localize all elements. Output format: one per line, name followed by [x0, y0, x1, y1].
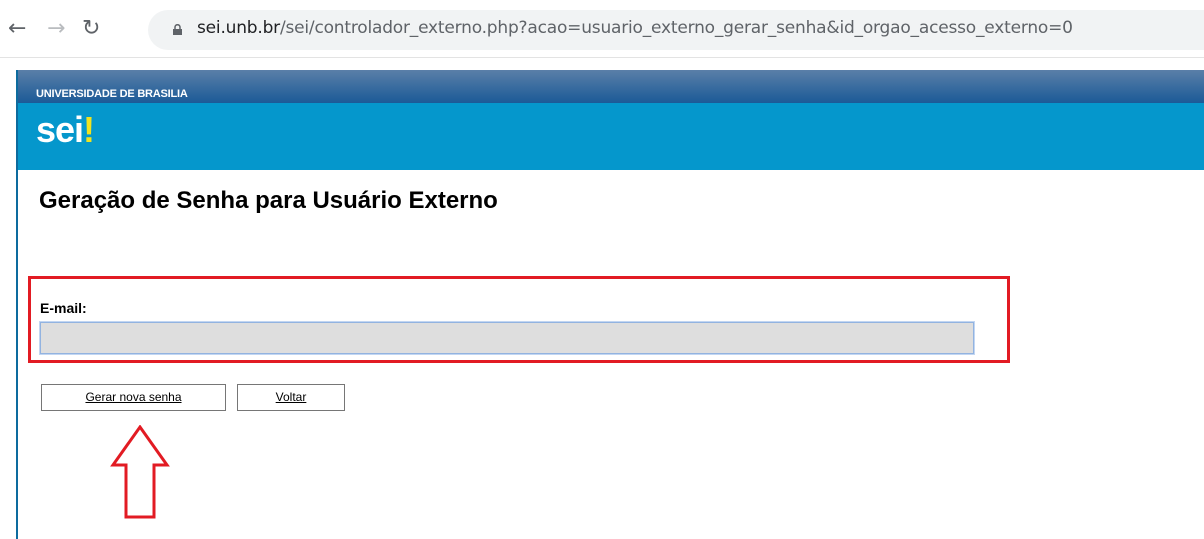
email-label: E-mail: [40, 300, 87, 316]
lock-icon [173, 24, 182, 35]
back-button-label: Voltar [275, 390, 307, 404]
generate-password-label: Gerar nova senha [85, 390, 182, 404]
page-title: Geração de Senha para Usuário Externo [39, 187, 498, 214]
url-path: /sei/controlador_externo.php?acao=usuari… [279, 18, 1073, 38]
sei-logo-mark: ! [83, 109, 95, 150]
institution-name: UNIVERSIDADE DE BRASILIA [36, 88, 188, 100]
generate-password-button[interactable]: Gerar nova senha [41, 384, 226, 411]
sei-page: UNIVERSIDADE DE BRASILIA sei! Geração de… [16, 70, 1204, 539]
reload-icon[interactable]: ↻ [82, 18, 100, 40]
arrow-left-icon[interactable]: ← [8, 18, 26, 40]
back-button[interactable]: Voltar [237, 384, 345, 411]
sei-logo[interactable]: sei! [36, 109, 95, 151]
url-host: sei.unb.br [197, 18, 280, 38]
logo-bar: sei! [18, 103, 1204, 170]
arrow-up-icon [110, 425, 170, 519]
browser-toolbar: ← → ↻ sei.unb.br/sei/controlador_externo… [0, 0, 1204, 58]
email-field[interactable] [40, 322, 974, 354]
institution-bar: UNIVERSIDADE DE BRASILIA [18, 70, 1204, 103]
arrow-right-icon[interactable]: → [47, 18, 65, 40]
sei-logo-text: sei [36, 109, 84, 150]
url-text[interactable]: sei.unb.br/sei/controlador_externo.php?a… [197, 18, 1073, 38]
